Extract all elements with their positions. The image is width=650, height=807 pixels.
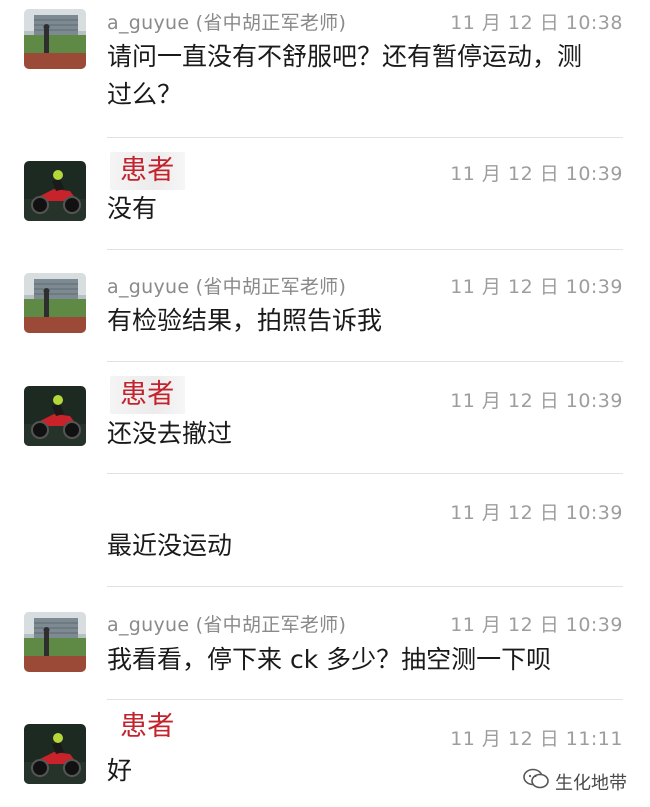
chat-message: a_guyue (省中胡正军老师) 11 月 12 日 10:39 有检验结果，… — [0, 250, 650, 362]
sender-name: 患者 — [110, 376, 185, 414]
message-text-line: 过么？ — [107, 80, 183, 109]
message-timestamp: 11 月 12 日 10:39 — [450, 276, 623, 298]
wechat-official-account-icon — [523, 768, 549, 795]
message-timestamp: 11 月 12 日 10:39 — [450, 614, 623, 636]
message-text-line: 最近没运动 — [107, 531, 233, 560]
chat-message: 患者 11 月 12 日 10:39 没有 — [0, 138, 650, 250]
patient-motorcycle-avatar-icon[interactable] — [24, 386, 86, 446]
message-text-line: 请问一直没有不舒服吧？还有暂停运动，测 — [107, 42, 583, 71]
doctor-avatar-icon[interactable] — [24, 9, 86, 69]
message-timestamp: 11 月 12 日 10:39 — [450, 390, 623, 412]
sender-name: 患者 — [120, 711, 175, 742]
message-timestamp: 11 月 12 日 11:11 — [450, 728, 623, 750]
chat-message: a_guyue (省中胡正军老师) 11 月 12 日 10:38 请问一直没有… — [0, 0, 650, 138]
patient-motorcycle-avatar-icon[interactable] — [24, 161, 86, 221]
sender-name: 患者 — [110, 152, 185, 190]
watermark: 生化地带 — [523, 768, 627, 795]
chat-message: a_guyue (省中胡正军老师) 11 月 12 日 10:39 我看看，停下… — [0, 587, 650, 699]
sender-name: a_guyue (省中胡正军老师) — [107, 276, 347, 298]
chat-message: 患者 11 月 12 日 10:39 还没去撤过 — [0, 362, 650, 474]
watermark-text: 生化地带 — [555, 772, 627, 794]
message-timestamp: 11 月 12 日 10:39 — [450, 502, 623, 524]
doctor-avatar-icon[interactable] — [24, 273, 86, 333]
message-text-line: 有检验结果，拍照告诉我 — [107, 306, 383, 335]
chat-message: 11 月 12 日 10:39 最近没运动 — [0, 474, 650, 586]
doctor-avatar-icon[interactable] — [24, 612, 86, 672]
message-text-line: 没有 — [107, 194, 158, 223]
patient-motorcycle-avatar-icon[interactable] — [24, 724, 86, 784]
message-text-line: 好 — [107, 756, 133, 785]
message-text-line: 还没去撤过 — [107, 419, 233, 448]
message-timestamp: 11 月 12 日 10:38 — [450, 12, 623, 34]
message-timestamp: 11 月 12 日 10:39 — [450, 163, 623, 185]
chat-history: a_guyue (省中胡正军老师) 11 月 12 日 10:38 请问一直没有… — [0, 0, 650, 807]
sender-name: a_guyue (省中胡正军老师) — [107, 12, 347, 34]
message-text-line: 我看看，停下来 ck 多少？抽空测一下呗 — [107, 645, 552, 674]
sender-name: a_guyue (省中胡正军老师) — [107, 614, 347, 636]
